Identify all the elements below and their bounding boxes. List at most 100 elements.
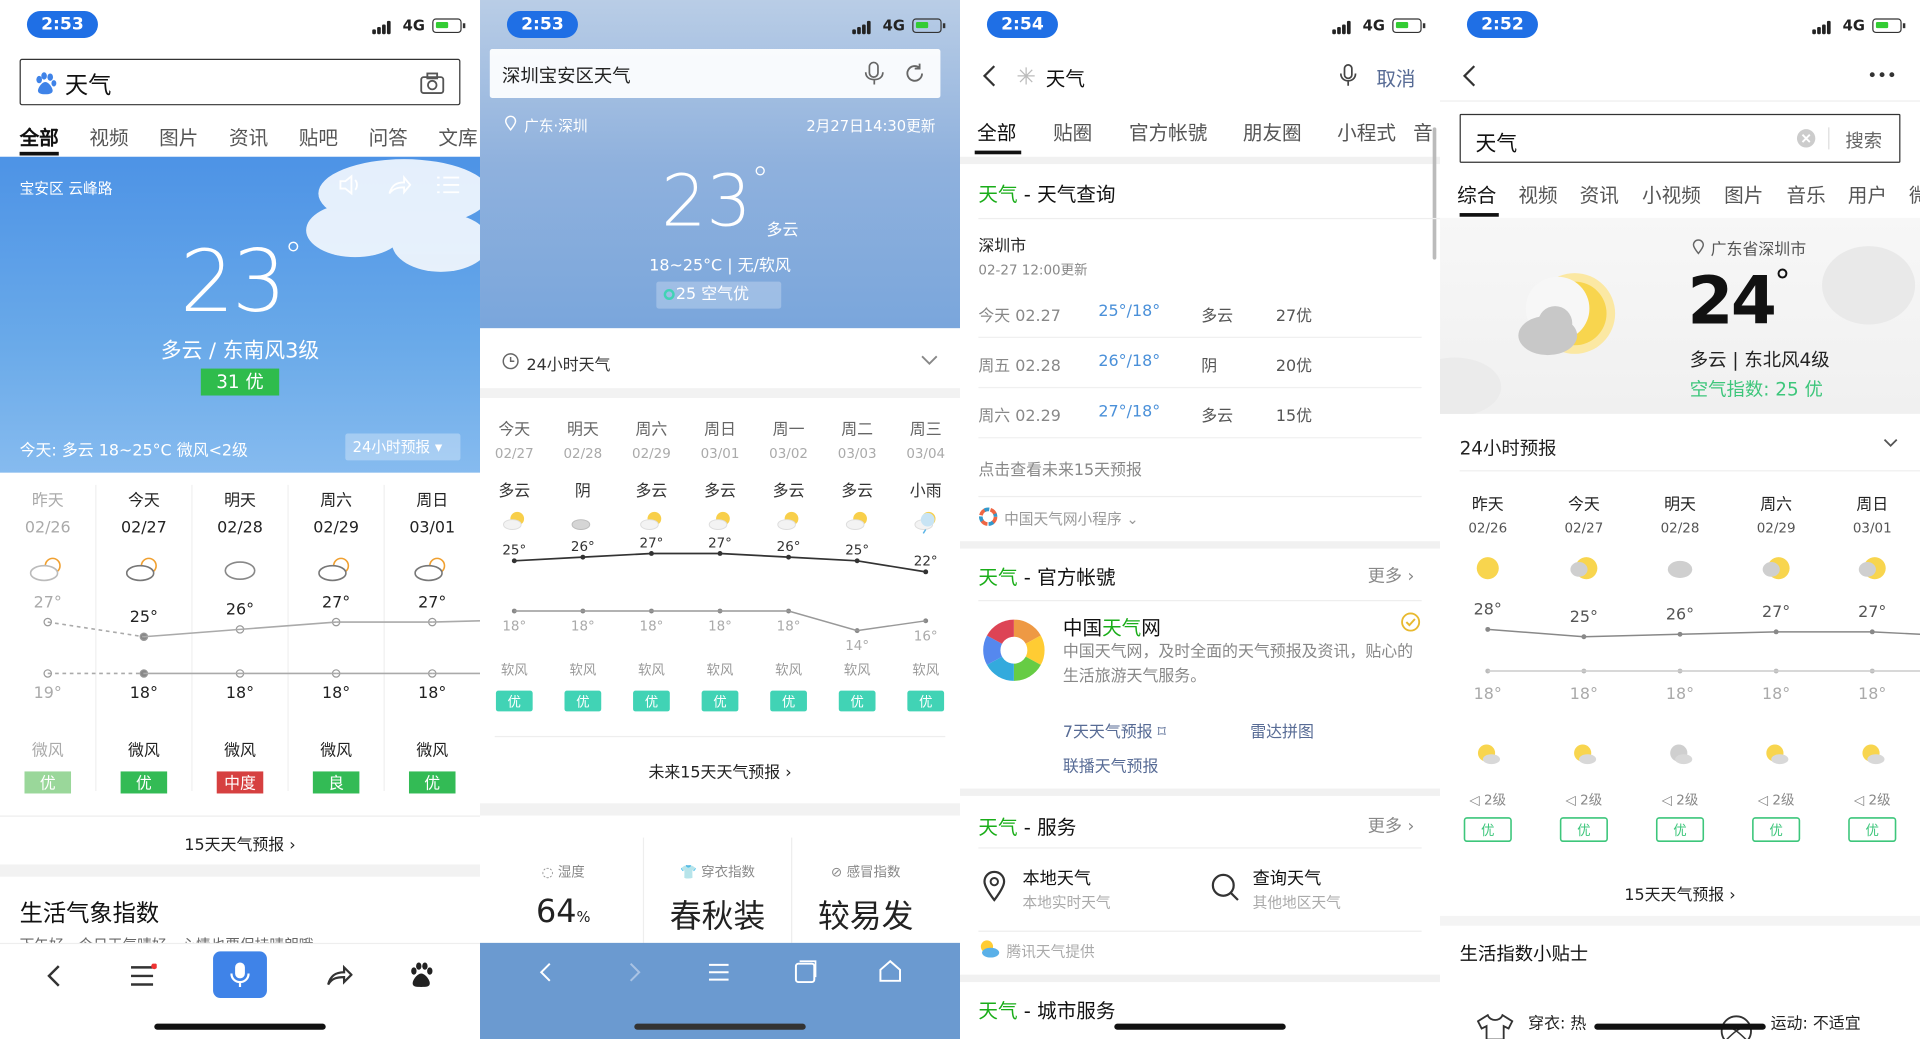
forecast-row[interactable]: 周五 02.28 26°/18° 阴 20优: [978, 339, 1422, 389]
voice-button[interactable]: [213, 951, 267, 998]
search-button[interactable]: 搜索: [1845, 127, 1882, 153]
tab-wenku[interactable]: 文库: [438, 121, 477, 150]
speaker-icon[interactable]: [338, 174, 362, 196]
tab-video[interactable]: 视频: [1518, 179, 1579, 208]
forecast-row[interactable]: 今天 02.27 25°/18° 多云 27优: [978, 289, 1422, 338]
aqi-badge[interactable]: 31 优: [200, 368, 280, 396]
search-box[interactable]: 天气: [19, 58, 461, 106]
section-gap: [1440, 915, 1920, 926]
tab-tieba[interactable]: 贴吧: [299, 121, 369, 150]
cancel-button[interactable]: 取消: [1376, 62, 1415, 91]
temp-range: 27°/18°: [1098, 402, 1161, 422]
low-temp-label: 16°: [914, 629, 938, 644]
section-title: 天气 - 服务: [978, 815, 1077, 839]
tab-user[interactable]: 用户: [1848, 179, 1909, 208]
tab-video[interactable]: 视频: [89, 121, 159, 150]
tab-short-video[interactable]: 小视频: [1642, 179, 1724, 208]
back-icon[interactable]: [44, 964, 66, 988]
account-avatar[interactable]: [978, 615, 1049, 686]
forecast-row[interactable]: 周六 02.29 27°/18° 多云 15优: [978, 389, 1422, 439]
microphone-icon[interactable]: [1339, 64, 1357, 87]
share-icon[interactable]: [387, 174, 412, 196]
search-input[interactable]: 天气: [1046, 62, 1085, 91]
more-link[interactable]: 更多 ›: [1368, 813, 1415, 837]
share-icon[interactable]: [326, 962, 353, 986]
search-input[interactable]: 天气: [1476, 126, 1518, 156]
query-weather-sub: 其他地区天气: [1252, 893, 1341, 912]
link-radar[interactable]: 雷达拼图: [1250, 719, 1314, 742]
shirt-icon: [1476, 1013, 1514, 1039]
tabs-icon[interactable]: [793, 960, 817, 984]
back-icon[interactable]: [539, 962, 554, 982]
day-name: 今天: [1568, 494, 1600, 513]
more-15-link[interactable]: 点击查看未来15天预报: [978, 457, 1142, 480]
clock-icon: [502, 353, 519, 370]
camera-icon[interactable]: [420, 72, 445, 94]
refresh-icon[interactable]: [904, 62, 926, 84]
tab-image[interactable]: 图片: [159, 121, 229, 150]
tab-all[interactable]: 全部: [977, 116, 1053, 145]
mini-program-link[interactable]: 中国天气网小程序 ⌄: [1004, 508, 1139, 529]
account-name[interactable]: 中国天气网: [1063, 611, 1161, 640]
forward-icon[interactable]: [627, 962, 642, 982]
link-broadcast[interactable]: 联播天气预报: [1063, 753, 1159, 776]
search-box[interactable]: 天气 搜索: [1459, 113, 1901, 163]
tab-qa[interactable]: 问答: [369, 121, 439, 150]
tab-news[interactable]: 资讯: [229, 121, 299, 150]
link-7day[interactable]: 7天天气预报 ⌑: [1063, 719, 1166, 742]
tab-wei[interactable]: 微: [1909, 179, 1920, 208]
aqi-pill[interactable]: 25 空气优: [656, 281, 782, 309]
more-options-icon[interactable]: [1869, 71, 1896, 78]
forecast-15-link[interactable]: 未来15天天气预报 ›: [480, 759, 960, 782]
tab-news[interactable]: 资讯: [1580, 179, 1642, 208]
chevron-down-icon[interactable]: [921, 355, 938, 366]
back-icon[interactable]: [1462, 65, 1477, 87]
location-pin-icon: [504, 115, 517, 131]
menu-icon[interactable]: [436, 175, 460, 195]
local-weather-button[interactable]: 本地天气: [1022, 866, 1091, 890]
aqi-badge-label: 优: [508, 695, 521, 711]
chevron-down-icon[interactable]: [1883, 438, 1898, 448]
tab-all[interactable]: 全部: [20, 121, 90, 150]
microphone-icon[interactable]: [864, 61, 884, 85]
forecast-15-link[interactable]: 15天天气预报 ›: [0, 831, 480, 854]
temp-range: 25°/18°: [1098, 302, 1161, 321]
tab-mini[interactable]: 小程式: [1337, 116, 1413, 145]
clear-icon[interactable]: [1796, 129, 1816, 149]
hourly-label[interactable]: 24小时预报: [1460, 435, 1557, 461]
tab-music[interactable]: 音: [1413, 116, 1433, 145]
day-date: 02/29: [632, 447, 671, 462]
hourly-label[interactable]: 24小时天气: [527, 351, 611, 374]
aqi-badge-label: 优: [1481, 823, 1494, 839]
aqi-text[interactable]: 空气指数: 25 优: [1690, 376, 1823, 402]
search-bar[interactable]: 深圳宝安区天气: [489, 48, 941, 98]
wind-label: 微风: [128, 741, 160, 760]
home-icon[interactable]: [878, 959, 902, 983]
aqi-dot: [663, 288, 675, 301]
query-weather-button[interactable]: 查询天气: [1253, 866, 1322, 890]
search-input[interactable]: 天气: [65, 67, 112, 100]
tab-music[interactable]: 音乐: [1787, 179, 1848, 208]
more-link[interactable]: 更多 ›: [1368, 563, 1415, 587]
forecast-15-link[interactable]: 15天天气预报 ›: [1440, 882, 1920, 905]
header-divider: [1440, 100, 1920, 102]
search-input[interactable]: 深圳宝安区天气: [502, 62, 631, 88]
partly-cloudy-icon: [708, 511, 730, 530]
tab-post[interactable]: 贴圈: [1053, 116, 1129, 145]
tab-image[interactable]: 图片: [1724, 179, 1786, 208]
back-icon[interactable]: [982, 65, 997, 87]
low-temp-label: 18°: [708, 620, 732, 635]
forecast-24h-button[interactable]: 24小时预报 ▾: [345, 433, 461, 461]
tab-moments[interactable]: 朋友圈: [1243, 116, 1337, 145]
day-date: 03/01: [1853, 522, 1892, 537]
temp-degree: °: [751, 159, 769, 200]
tab-comprehensive[interactable]: 综合: [1457, 179, 1518, 208]
temperature: 23°: [661, 159, 769, 240]
list-menu-icon[interactable]: [130, 963, 157, 988]
scrollbar[interactable]: [1432, 127, 1437, 260]
tab-official[interactable]: 官方帐號: [1129, 116, 1243, 145]
menu-icon[interactable]: [708, 962, 730, 982]
sport-index: 运动: 不适宜: [1770, 1015, 1861, 1034]
temp-range: 26°/18°: [1098, 352, 1161, 372]
baidu-paw-icon[interactable]: [409, 961, 433, 988]
